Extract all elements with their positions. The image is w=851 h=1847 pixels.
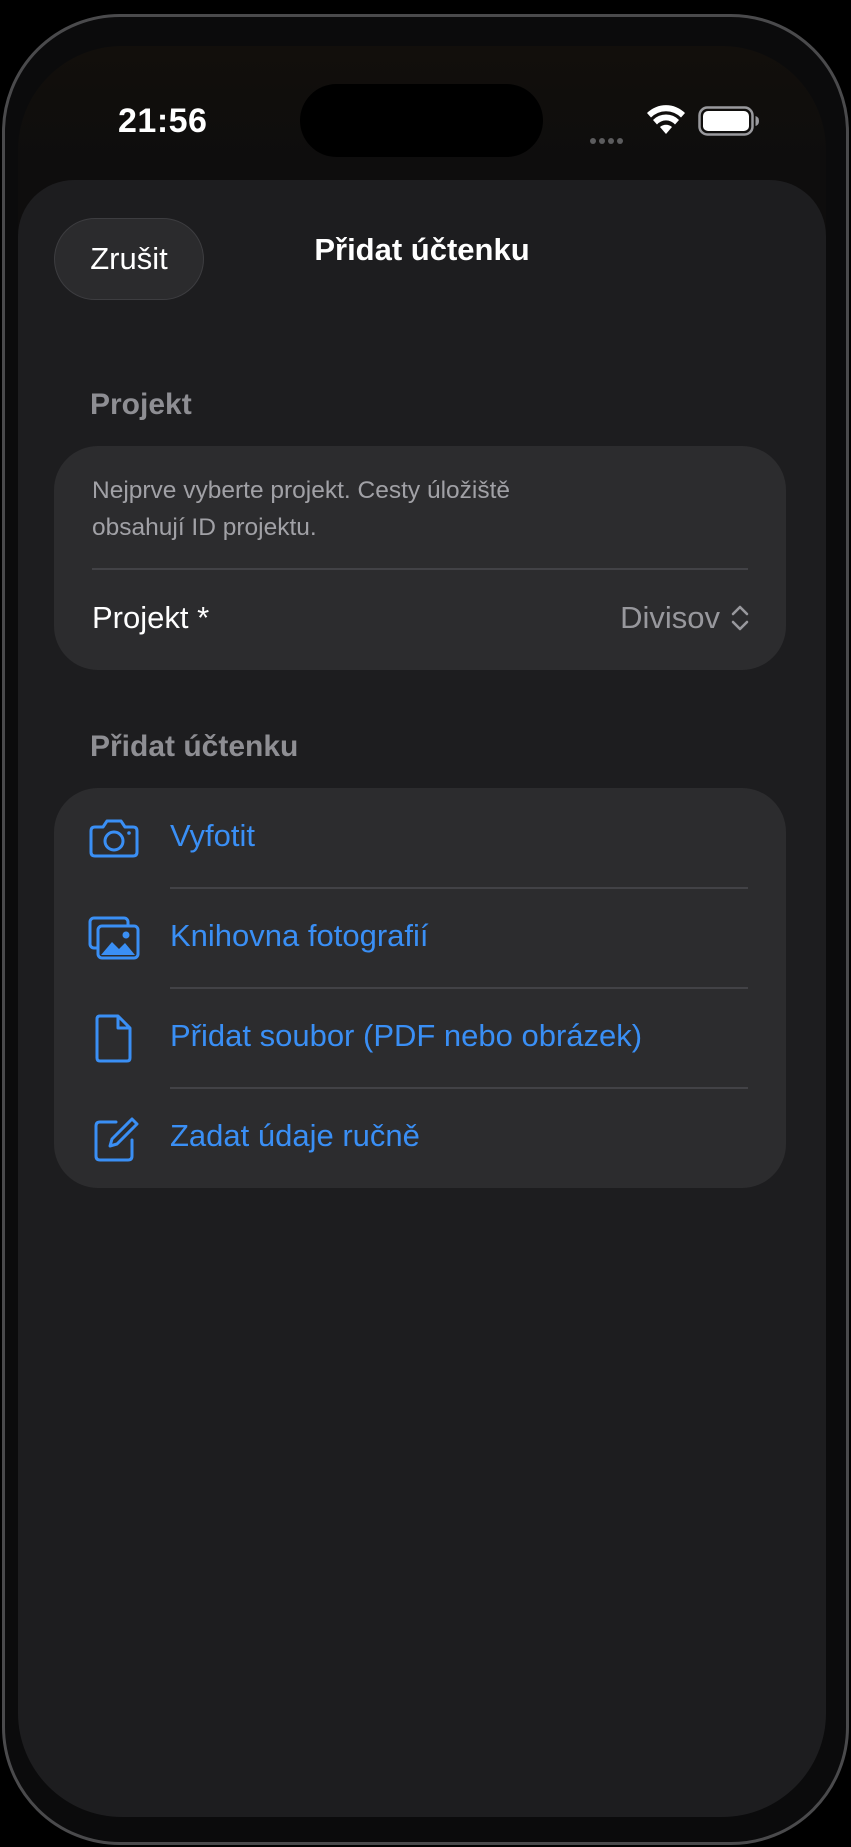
take-photo-label: Vyfotit xyxy=(170,818,255,853)
project-section-header: Projekt xyxy=(90,388,192,421)
cellular-signal-icon xyxy=(590,126,630,144)
add-file-label: Přidat soubor (PDF nebo obrázek) xyxy=(170,1018,643,1053)
project-info-line-1: Nejprve vyberte projekt. Cesty úložiště xyxy=(92,477,511,504)
screen: 21:56 Zrušit Přidat účtenku Projekt Nejp… xyxy=(18,46,826,1817)
battery-icon xyxy=(698,106,759,136)
project-card: Nejprve vyberte projekt. Cesty úložiště … xyxy=(54,446,786,670)
square-pencil-icon xyxy=(94,1117,139,1162)
project-picker[interactable]: Divisov xyxy=(620,600,750,636)
photo-library-label: Knihovna fotografií xyxy=(170,918,429,953)
wifi-icon xyxy=(647,105,685,134)
add-file-row[interactable]: Přidat soubor (PDF nebo obrázek) xyxy=(54,988,786,1088)
chevron-up-down-icon xyxy=(731,605,749,631)
photo-library-icon xyxy=(88,916,140,960)
device-frame: 21:56 Zrušit Přidat účtenku Projekt Nejp… xyxy=(0,0,851,1847)
status-time: 21:56 xyxy=(118,102,208,140)
project-info-text: Nejprve vyberte projekt. Cesty úložiště … xyxy=(92,472,612,546)
manual-entry-label: Zadat údaje ručně xyxy=(170,1118,420,1153)
project-row-label: Projekt * xyxy=(92,600,210,635)
manual-entry-row[interactable]: Zadat údaje ručně xyxy=(54,1088,786,1188)
photo-library-row[interactable]: Knihovna fotografií xyxy=(54,888,786,988)
project-info-line-2: obsahují ID projektu. xyxy=(92,514,317,541)
project-picker-value: Divisov xyxy=(620,600,720,635)
receipt-section-header: Přidat účtenku xyxy=(90,730,299,763)
document-icon xyxy=(95,1014,132,1063)
sheet-title: Přidat účtenku xyxy=(314,232,530,267)
add-receipt-sheet: Zrušit Přidat účtenku Projekt Nejprve vy… xyxy=(18,180,826,1817)
receipt-actions-card: Vyfotit Knihovna fotografií Přidat soubo… xyxy=(54,788,786,1188)
take-photo-row[interactable]: Vyfotit xyxy=(54,788,786,888)
cancel-button[interactable]: Zrušit xyxy=(54,218,204,300)
camera-icon xyxy=(89,819,139,858)
divider xyxy=(92,568,748,570)
dynamic-island xyxy=(300,84,543,157)
